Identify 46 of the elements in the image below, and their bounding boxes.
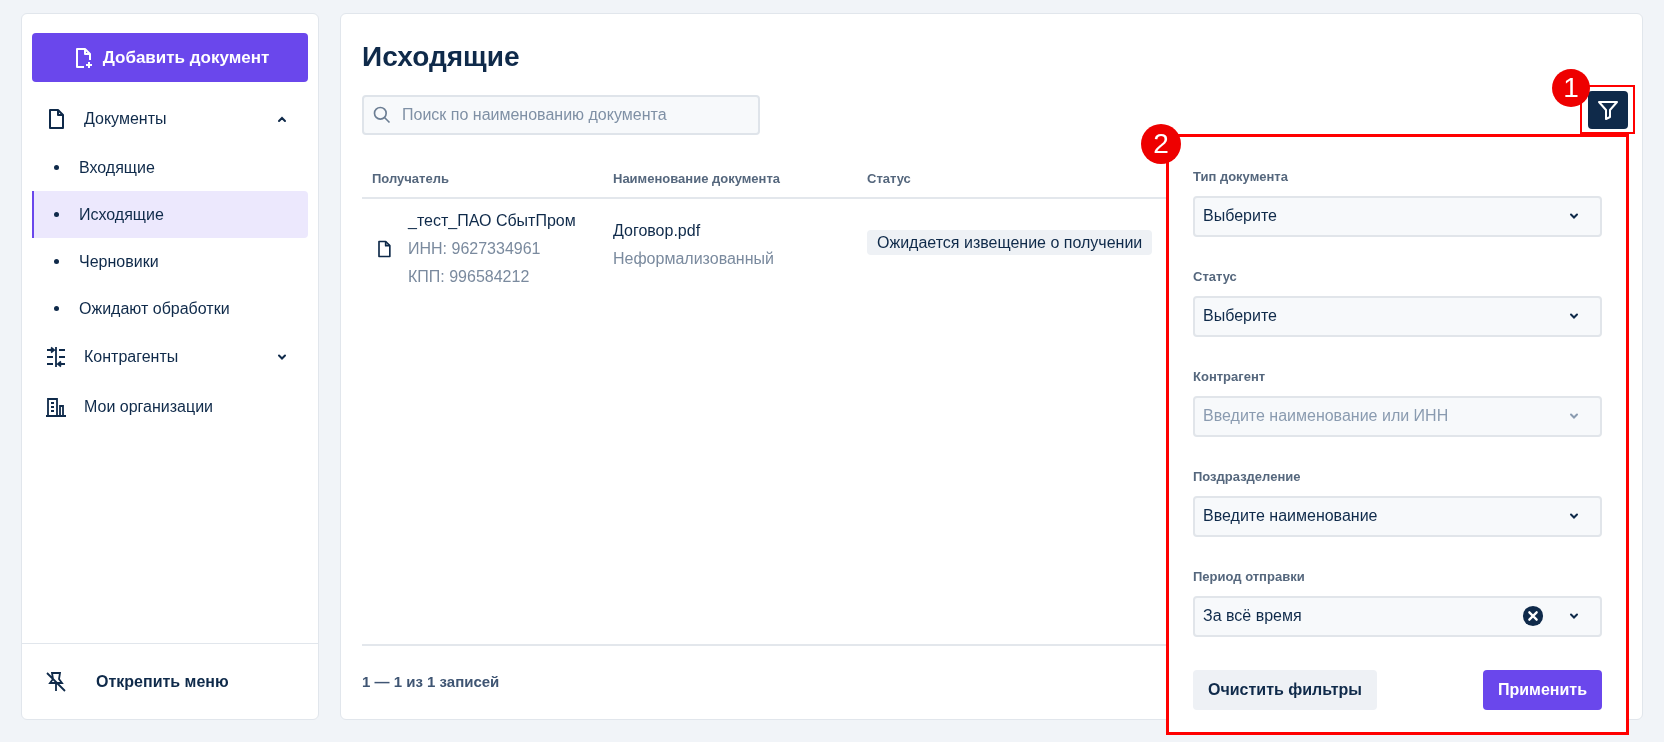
select-field[interactable]: Выберите [1193,295,1602,337]
field-label: Контрагент [1193,368,1266,386]
inn-text: ИНН: 9627334961 [408,239,542,259]
select-field[interactable]: Введите наименование [1193,495,1602,537]
nav-subitem[interactable]: Исходящие [32,191,308,238]
filter-button[interactable] [1587,90,1628,129]
bullet-icon [54,165,59,170]
kpp-text: КПП: 996584212 [408,267,531,287]
annotation-badge: 2 [1141,124,1181,164]
select-field[interactable]: За всё время [1193,595,1602,637]
column-header: Статус [867,171,911,187]
document-name: Договор.pdf [613,221,702,241]
transfer-icon [44,345,68,369]
bullet-icon [54,259,59,264]
page-title: Исходящие [362,40,520,74]
search-icon [372,105,392,125]
field-label: Период отправки [1193,568,1305,586]
column-header: Наименование документа [613,171,781,187]
field-label: Статус [1193,268,1237,286]
annotation-badge: 1 [1552,69,1590,107]
clear-filters-button[interactable]: Очистить фильтры [1193,670,1377,710]
nav-item[interactable]: Мои организации [32,382,308,432]
text-input[interactable]: Введите наименование или ИНН [1203,404,1556,428]
field-label: Поздразделение [1193,468,1301,486]
apply-button[interactable]: Применить [1483,670,1602,710]
document-type: Неформализованный [613,249,775,269]
bullet-icon [54,212,59,217]
recipient-name: _тест_ПАО СбытПром [408,211,576,231]
unpin-menu-button[interactable]: Открепить меню [96,669,229,694]
nav-subitem[interactable]: Входящие [32,144,308,191]
bullet-icon [54,306,59,311]
pagination-text: 1 — 1 из 1 записей [362,672,500,693]
add-document-button[interactable]: Добавить документ [32,33,308,82]
nav-item[interactable]: Контрагенты [32,332,308,382]
nav-subitem[interactable]: Черновики [32,238,308,285]
nav-subitem[interactable]: Ожидают обработки [32,285,308,332]
column-header: Получатель [372,171,449,187]
building-icon [44,395,68,419]
unpin-icon [44,669,68,694]
select-field[interactable]: Выберите [1193,195,1602,237]
search-field[interactable]: Поиск по наименованию документа [362,95,760,135]
nav-item[interactable]: Документы [32,94,308,144]
status-tag: Ожидается извещение о получении [867,230,1153,255]
clear-icon[interactable] [1522,605,1544,627]
field-label: Тип документа [1193,168,1288,186]
select-field[interactable]: Введите наименование или ИНН [1193,395,1602,437]
